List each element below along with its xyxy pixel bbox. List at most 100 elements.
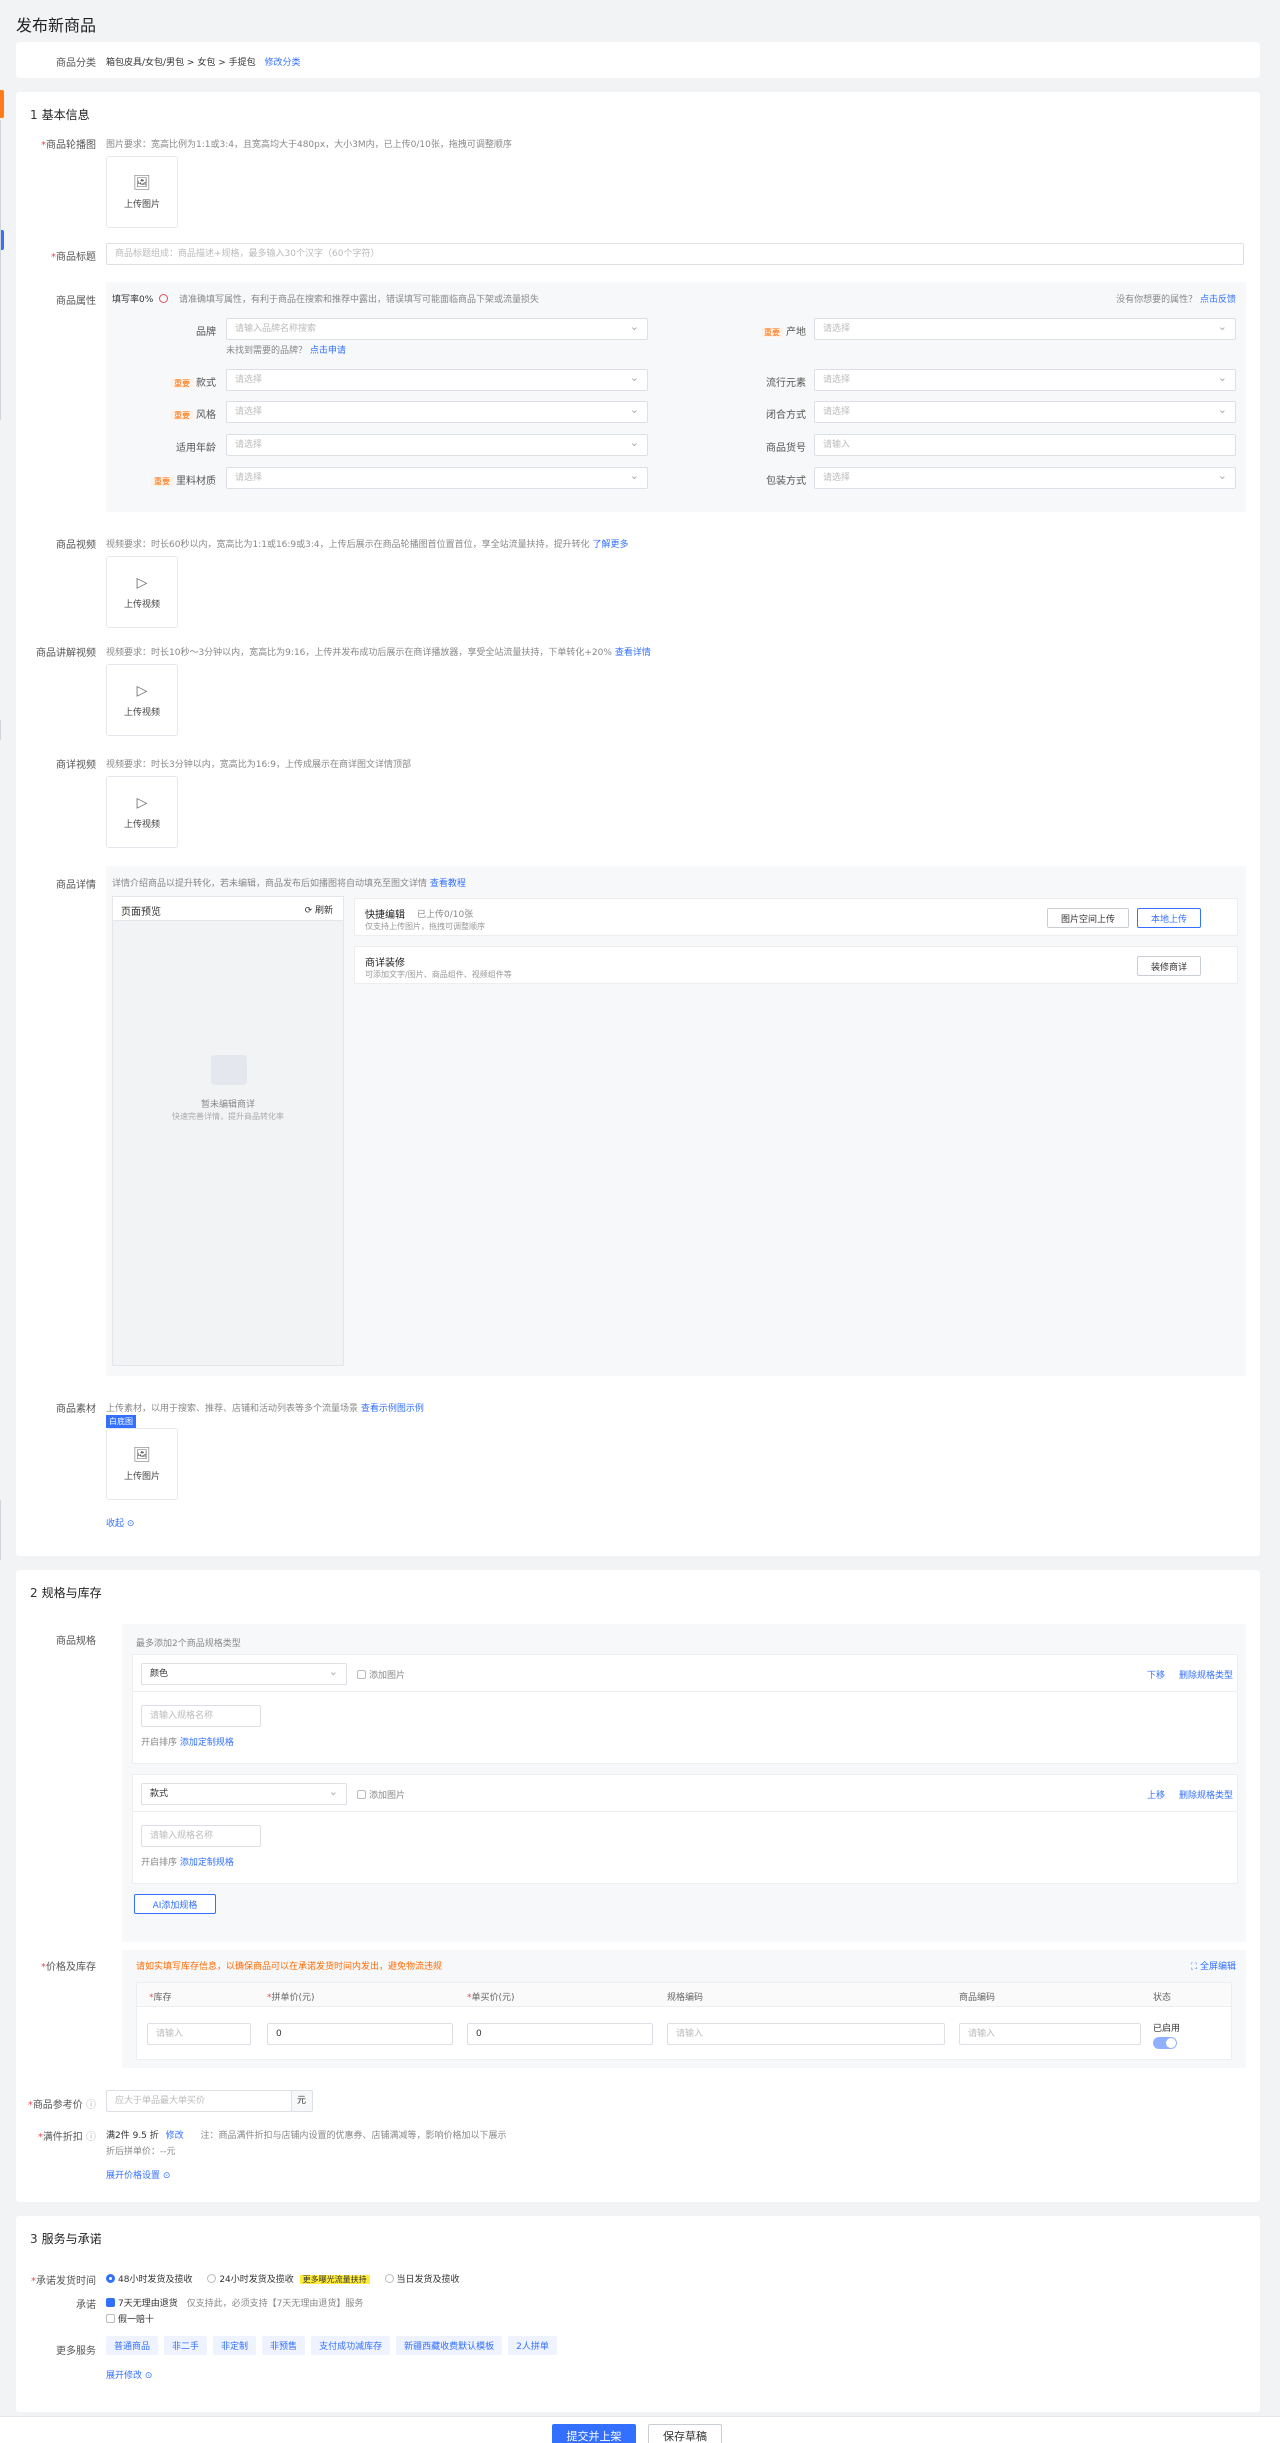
fullscreen-icon: ⛶ bbox=[1190, 1962, 1198, 1972]
explain-video-upload[interactable]: ▷ 上传视频 bbox=[106, 664, 178, 736]
stock-input[interactable]: 请输入 bbox=[147, 2023, 251, 2045]
add-spec-button[interactable]: AI添加规格 bbox=[134, 1894, 216, 1914]
deco-title: 商详装修 bbox=[365, 958, 405, 969]
spec1-box: 颜色 添加图片 下移 删除规格类型 请输入规格名称 开启排序 添加定制规格 bbox=[132, 1654, 1238, 1764]
help-icon: ⓘ bbox=[86, 2100, 96, 2111]
attrs-feedback-link[interactable]: 点击反馈 bbox=[1200, 295, 1236, 305]
save-draft-button[interactable]: 保存草稿 bbox=[648, 2424, 722, 2443]
pack-select[interactable]: 请选择 bbox=[814, 467, 1236, 489]
spec2-select[interactable]: 款式 bbox=[141, 1783, 347, 1805]
service-chip: 普通商品 bbox=[106, 2336, 159, 2355]
fullscreen-edit-link[interactable]: ⛶ 全屏编辑 bbox=[1191, 1959, 1236, 1972]
promise-7day-checkbox[interactable]: 7天无理由退货 bbox=[106, 2298, 178, 2309]
spec2-sort[interactable]: 开启排序 bbox=[141, 1858, 177, 1868]
spec2-custom-link[interactable]: 添加定制规格 bbox=[180, 1858, 234, 1868]
spec1-down-link[interactable]: 下移 bbox=[1147, 1668, 1165, 1681]
goods-title-input[interactable]: 商品标题组成：商品描述+规格，最多输入30个汉字（60个字符） bbox=[106, 243, 1244, 265]
feng-select[interactable]: 请选择 bbox=[226, 401, 648, 423]
space-upload-button[interactable]: 图片空间上传 bbox=[1047, 908, 1129, 928]
quick-title: 快捷编辑 bbox=[365, 910, 405, 921]
preview-pane: 页面预览 ⟳ 刷新 暂未编辑商详 快速完善详情，提升商品转化率 bbox=[112, 896, 344, 1366]
quick-count: 已上传0/10张 bbox=[417, 910, 474, 920]
collapse-link[interactable]: 收起 ⊙ bbox=[106, 1516, 134, 1529]
expand-price-link[interactable]: 展开价格设置 ⊙ bbox=[106, 2168, 170, 2181]
brand-label: 品牌 bbox=[196, 327, 216, 338]
explain-more-link[interactable]: 查看详情 bbox=[615, 648, 651, 658]
col-single-price: *单买价(元) bbox=[467, 1993, 515, 2003]
spec2-delete-link[interactable]: 删除规格类型 bbox=[1179, 1788, 1233, 1801]
detail-hint: 详情介绍商品以提升转化，若未编辑，商品发布后如播图将自动填充至图文详情 bbox=[112, 879, 428, 889]
spec1-add-img[interactable]: 添加图片 bbox=[357, 1668, 405, 1681]
style-select[interactable]: 请选择 bbox=[226, 369, 648, 391]
video-more-link[interactable]: 了解更多 bbox=[593, 540, 629, 550]
empty-title: 暂未编辑商详 bbox=[200, 1100, 255, 1110]
close-label: 闭合方式 bbox=[766, 410, 806, 421]
help-icon: ⓘ bbox=[86, 2132, 96, 2143]
spec1-custom-link[interactable]: 添加定制规格 bbox=[180, 1738, 234, 1748]
ship-24h-radio[interactable]: 24小时发货及揽收 bbox=[207, 2274, 294, 2285]
expand-icon: ⊙ bbox=[162, 2171, 171, 2181]
attrs-rate: 填写率0% bbox=[112, 295, 154, 305]
spec2-add-img[interactable]: 添加图片 bbox=[357, 1788, 405, 1801]
side-line bbox=[0, 120, 1, 420]
rate-circle-icon bbox=[159, 294, 169, 303]
service-chip: 非预售 bbox=[262, 2336, 306, 2355]
service-chip: 非定制 bbox=[213, 2336, 257, 2355]
promise-fake-checkbox[interactable]: 假一赔十 bbox=[106, 2314, 154, 2325]
attrs-label: 商品属性 bbox=[56, 296, 96, 307]
col-goods-code: 商品编码 bbox=[959, 1993, 996, 2003]
discount-label: *满件折扣 ⓘ bbox=[37, 2132, 96, 2143]
ship-today-radio[interactable]: 当日发货及揽收 bbox=[384, 2274, 460, 2285]
detail-video-upload[interactable]: ▷ 上传视频 bbox=[106, 776, 178, 848]
origin-select[interactable]: 请选择 bbox=[814, 318, 1236, 340]
brand-select[interactable]: 请输入品牌名称搜索 bbox=[226, 318, 648, 340]
material-select[interactable]: 请选择 bbox=[226, 467, 648, 489]
edit-category-link[interactable]: 修改分类 bbox=[264, 58, 300, 68]
video-upload[interactable]: ▷ 上传视频 bbox=[106, 556, 178, 628]
code-input[interactable]: 请输入 bbox=[814, 434, 1236, 456]
spec2-up-link[interactable]: 上移 bbox=[1147, 1788, 1165, 1801]
detail-label: 商品详情 bbox=[56, 880, 96, 891]
spec1-delete-link[interactable]: 删除规格类型 bbox=[1179, 1668, 1233, 1681]
popular-select[interactable]: 请选择 bbox=[814, 369, 1236, 391]
single-price-input[interactable]: 0 bbox=[467, 2023, 653, 2045]
spec-panel: 最多添加2个商品规格类型 颜色 添加图片 下移 删除规格类型 请输入规格名称 开… bbox=[122, 1624, 1246, 1942]
main-img-upload[interactable]: 🖼 上传图片 bbox=[106, 156, 178, 228]
refresh-button[interactable]: ⟳ 刷新 bbox=[305, 903, 333, 916]
local-upload-button[interactable]: 本地上传 bbox=[1137, 908, 1201, 928]
service-chip: 2人拼单 bbox=[508, 2336, 557, 2355]
group-price-input[interactable]: 0 bbox=[267, 2023, 453, 2045]
material-upload[interactable]: 🖼 上传图片 bbox=[106, 1428, 178, 1500]
main-img-label: *商品轮播图 bbox=[41, 140, 96, 151]
spec1-select[interactable]: 颜色 bbox=[141, 1663, 347, 1685]
spec1-value-input[interactable]: 请输入规格名称 bbox=[141, 1705, 261, 1727]
image-icon: 🖼 bbox=[133, 1446, 151, 1463]
category-card: 商品分类 箱包皮具/女包/男包 > 女包 > 手提包 修改分类 bbox=[16, 42, 1260, 78]
ref-price-input[interactable]: 应大于单品最大单买价 bbox=[106, 2090, 292, 2112]
age-select[interactable]: 请选择 bbox=[226, 434, 648, 456]
goods-title-label: *商品标题 bbox=[51, 252, 96, 263]
feng-label: 重要 风格 bbox=[96, 406, 216, 421]
decorate-button[interactable]: 装修商详 bbox=[1137, 956, 1201, 976]
material-more-link[interactable]: 查看示例图示例 bbox=[361, 1404, 424, 1414]
spec-code-input[interactable]: 请输入 bbox=[667, 2023, 945, 2045]
spec1-sort[interactable]: 开启排序 bbox=[141, 1738, 177, 1748]
discount-note: 注：商品满件折扣与店铺内设置的优惠券、店铺满减等，影响价格加以下展示 bbox=[200, 2131, 507, 2141]
preview-title: 页面预览 bbox=[121, 907, 161, 918]
deco-sub: 可添加文字/图片、商品组件、视频组件等 bbox=[365, 970, 512, 979]
goods-code-input[interactable]: 请输入 bbox=[959, 2023, 1141, 2045]
discount-edit-link[interactable]: 修改 bbox=[166, 2131, 184, 2141]
spec2-value-input[interactable]: 请输入规格名称 bbox=[141, 1825, 261, 1847]
pack-label: 包装方式 bbox=[766, 476, 806, 487]
expand-service-link[interactable]: 展开修改 ⊙ bbox=[106, 2368, 152, 2381]
ship-48h-radio[interactable]: 48小时发货及揽收 bbox=[106, 2274, 192, 2285]
brand-apply-link[interactable]: 点击申请 bbox=[310, 346, 346, 356]
detail-more-link[interactable]: 查看教程 bbox=[430, 879, 466, 889]
close-select[interactable]: 请选择 bbox=[814, 401, 1236, 423]
hot-tag: 更多曝光流量扶持 bbox=[299, 2275, 370, 2284]
discount-value: 满2件 9.5 折 bbox=[106, 2131, 159, 2141]
ref-price-unit: 元 bbox=[291, 2090, 313, 2112]
service-chips: 普通商品 非二手 非定制 非预售 支付成功减库存 新疆西藏收费默认模板 2人拼单 bbox=[106, 2336, 563, 2355]
status-toggle[interactable] bbox=[1153, 2037, 1177, 2049]
submit-button[interactable]: 提交并上架 bbox=[552, 2424, 636, 2443]
